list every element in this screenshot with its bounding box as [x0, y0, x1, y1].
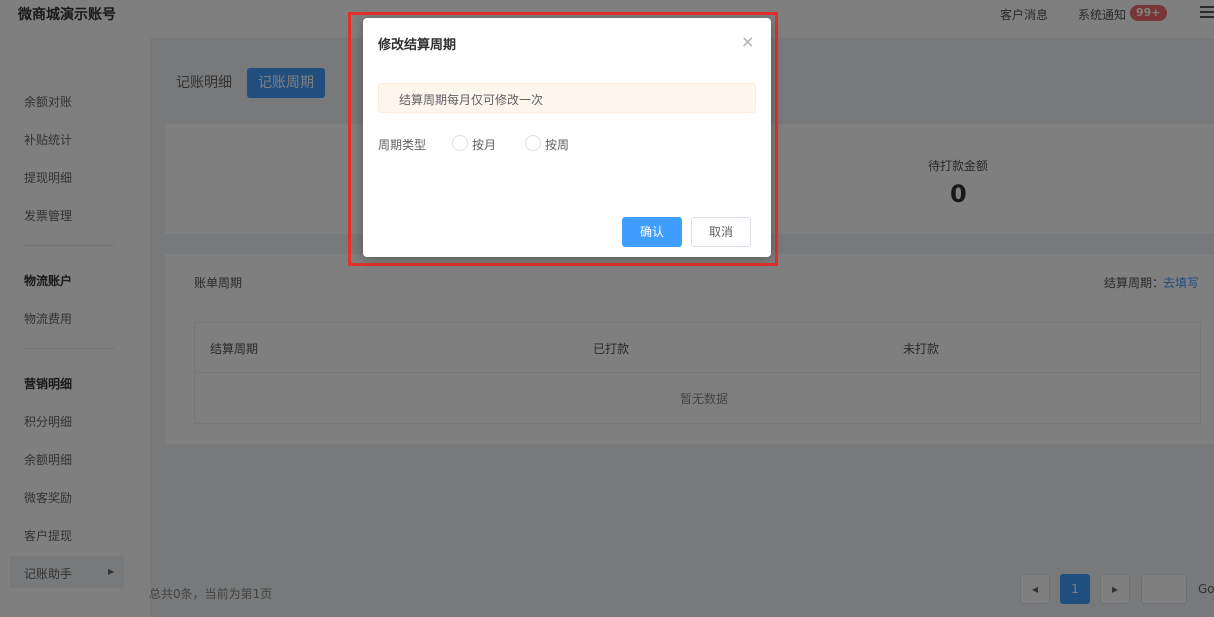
radio-circle-icon[interactable]	[525, 135, 541, 151]
confirm-button[interactable]: 确认	[622, 217, 682, 247]
close-icon[interactable]: ×	[741, 32, 754, 51]
notice-alert: 结算周期每月仅可修改一次	[378, 83, 756, 113]
cycle-type-label: 周期类型	[378, 138, 427, 152]
settlement-cycle-dialog: 修改结算周期 × 结算周期每月仅可修改一次 周期类型 按月 按周 确认 取消	[363, 18, 771, 257]
radio-label: 按周	[545, 138, 570, 152]
cancel-button[interactable]: 取消	[691, 217, 751, 247]
notice-text: 结算周期每月仅可修改一次	[399, 93, 544, 107]
radio-label: 按月	[472, 138, 497, 152]
radio-circle-icon[interactable]	[452, 135, 468, 151]
dialog-title: 修改结算周期	[378, 38, 457, 53]
